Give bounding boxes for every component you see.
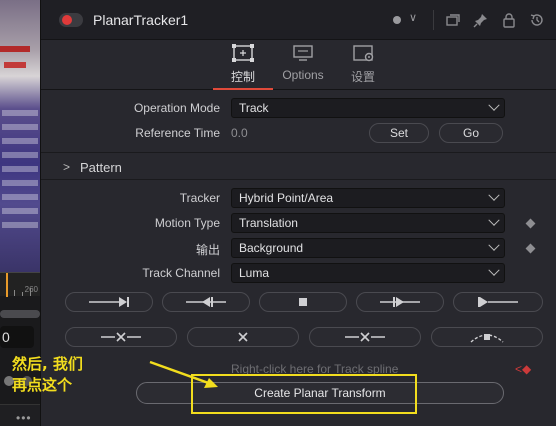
viewer-footer: •••	[0, 404, 40, 426]
chevron-down-icon	[488, 214, 500, 226]
keyframe-diamond-icon[interactable]	[525, 218, 536, 229]
track-spline-icon	[470, 334, 504, 343]
frame-label: 260	[24, 285, 38, 294]
annotation-line: 再点这个	[12, 376, 73, 394]
pattern-section-header[interactable]: > Pattern	[41, 152, 556, 180]
dropdown-value: Translation	[239, 216, 298, 230]
track-backward-button[interactable]	[162, 292, 250, 312]
stop-tracking-button[interactable]	[259, 292, 347, 312]
ruler-tick	[22, 292, 23, 296]
track-to-end-icon	[478, 297, 518, 307]
tab-label: 控制	[230, 70, 255, 84]
chevron-down-icon	[488, 189, 500, 201]
tab-settings[interactable]: 设置	[333, 44, 393, 88]
tab-options[interactable]: Options	[273, 44, 333, 88]
operation-mode-dropdown[interactable]: Track	[231, 98, 505, 118]
operation-mode-label: Operation Mode	[133, 101, 220, 115]
chevron-down-icon	[488, 99, 500, 111]
image-detail	[2, 110, 38, 230]
track-backward-icon	[186, 297, 226, 307]
section-title: Pattern	[80, 160, 122, 175]
go-button[interactable]: Go	[439, 123, 503, 143]
track-forward-icon	[380, 297, 420, 307]
reference-time-value[interactable]: 0.0	[231, 126, 248, 140]
track-to-start-button[interactable]	[65, 292, 153, 312]
reference-time-label: Reference Time	[135, 126, 220, 140]
delete-track-after-icon	[345, 332, 385, 342]
track-spline-button[interactable]	[431, 327, 543, 347]
annotation-line: 然后, 我们	[12, 355, 83, 373]
track-to-end-button[interactable]	[453, 292, 543, 312]
annotation-text: 然后, 我们 再点这个	[12, 354, 83, 396]
chevron-down-icon	[488, 239, 500, 251]
delete-track-icon	[238, 332, 248, 342]
horizontal-scrollbar[interactable]	[0, 310, 40, 318]
divider	[433, 10, 434, 30]
track-forward-button[interactable]	[356, 292, 444, 312]
versions-icon[interactable]	[445, 12, 461, 28]
viewer-image	[0, 0, 40, 272]
inspector-tabs: 控制 Options 设置	[41, 40, 556, 90]
timeline-ruler[interactable]: 260	[0, 272, 40, 297]
delete-track-button[interactable]	[187, 327, 299, 347]
settings-icon	[353, 45, 374, 62]
output-label: 输出	[195, 243, 220, 257]
options-icon	[293, 45, 313, 61]
tracker-label: Tracker	[179, 191, 220, 205]
chevron-right-icon: >	[63, 160, 71, 174]
ruler-tick	[14, 290, 15, 296]
spline-diamond-icon[interactable]: <◆	[515, 362, 531, 376]
dropdown-value: Track	[239, 101, 269, 115]
enable-toggle[interactable]	[59, 13, 83, 27]
record-dot-icon	[62, 15, 72, 25]
keyframe-diamond-icon[interactable]	[525, 243, 536, 254]
track-to-start-icon	[89, 297, 129, 307]
motion-type-dropdown[interactable]: Translation	[231, 213, 505, 233]
highlight-box	[191, 374, 417, 414]
controls-icon	[232, 44, 254, 62]
motion-type-label: Motion Type	[154, 216, 220, 230]
chevron-down-icon[interactable]: ∨	[409, 11, 417, 24]
tab-controls[interactable]: 控制	[213, 44, 273, 88]
stop-tracking-icon	[299, 298, 307, 306]
delete-track-before-button[interactable]	[65, 327, 177, 347]
inspector-header: PlanarTracker1 ∨	[41, 0, 556, 40]
track-channel-dropdown[interactable]: Luma	[231, 263, 505, 283]
active-tab-indicator	[213, 88, 273, 90]
color-dot-icon[interactable]	[393, 16, 401, 24]
chevron-down-icon	[488, 264, 500, 276]
dropdown-value: Luma	[239, 266, 270, 280]
dropdown-value: Background	[239, 241, 304, 255]
inspector-panel: PlanarTracker1 ∨ 控制 Options 设置 Operation…	[40, 0, 556, 426]
lock-icon[interactable]	[501, 12, 517, 28]
output-dropdown[interactable]: Background	[231, 238, 505, 258]
playhead[interactable]	[6, 273, 8, 297]
node-title: PlanarTracker1	[93, 12, 189, 28]
dropdown-value: Hybrid Point/Area	[239, 191, 334, 205]
more-icon[interactable]: •••	[16, 411, 32, 425]
image-detail	[4, 62, 26, 68]
set-button[interactable]: Set	[369, 123, 429, 143]
tab-label: 设置	[350, 70, 375, 84]
pin-icon[interactable]	[473, 12, 489, 28]
tracker-dropdown[interactable]: Hybrid Point/Area	[231, 188, 505, 208]
frame-field[interactable]: 0	[0, 326, 34, 348]
tab-label: Options	[282, 68, 324, 82]
delete-track-after-button[interactable]	[309, 327, 421, 347]
reset-icon[interactable]	[529, 12, 545, 28]
track-channel-label: Track Channel	[142, 266, 220, 280]
image-detail	[0, 46, 30, 52]
delete-track-before-icon	[101, 332, 141, 342]
